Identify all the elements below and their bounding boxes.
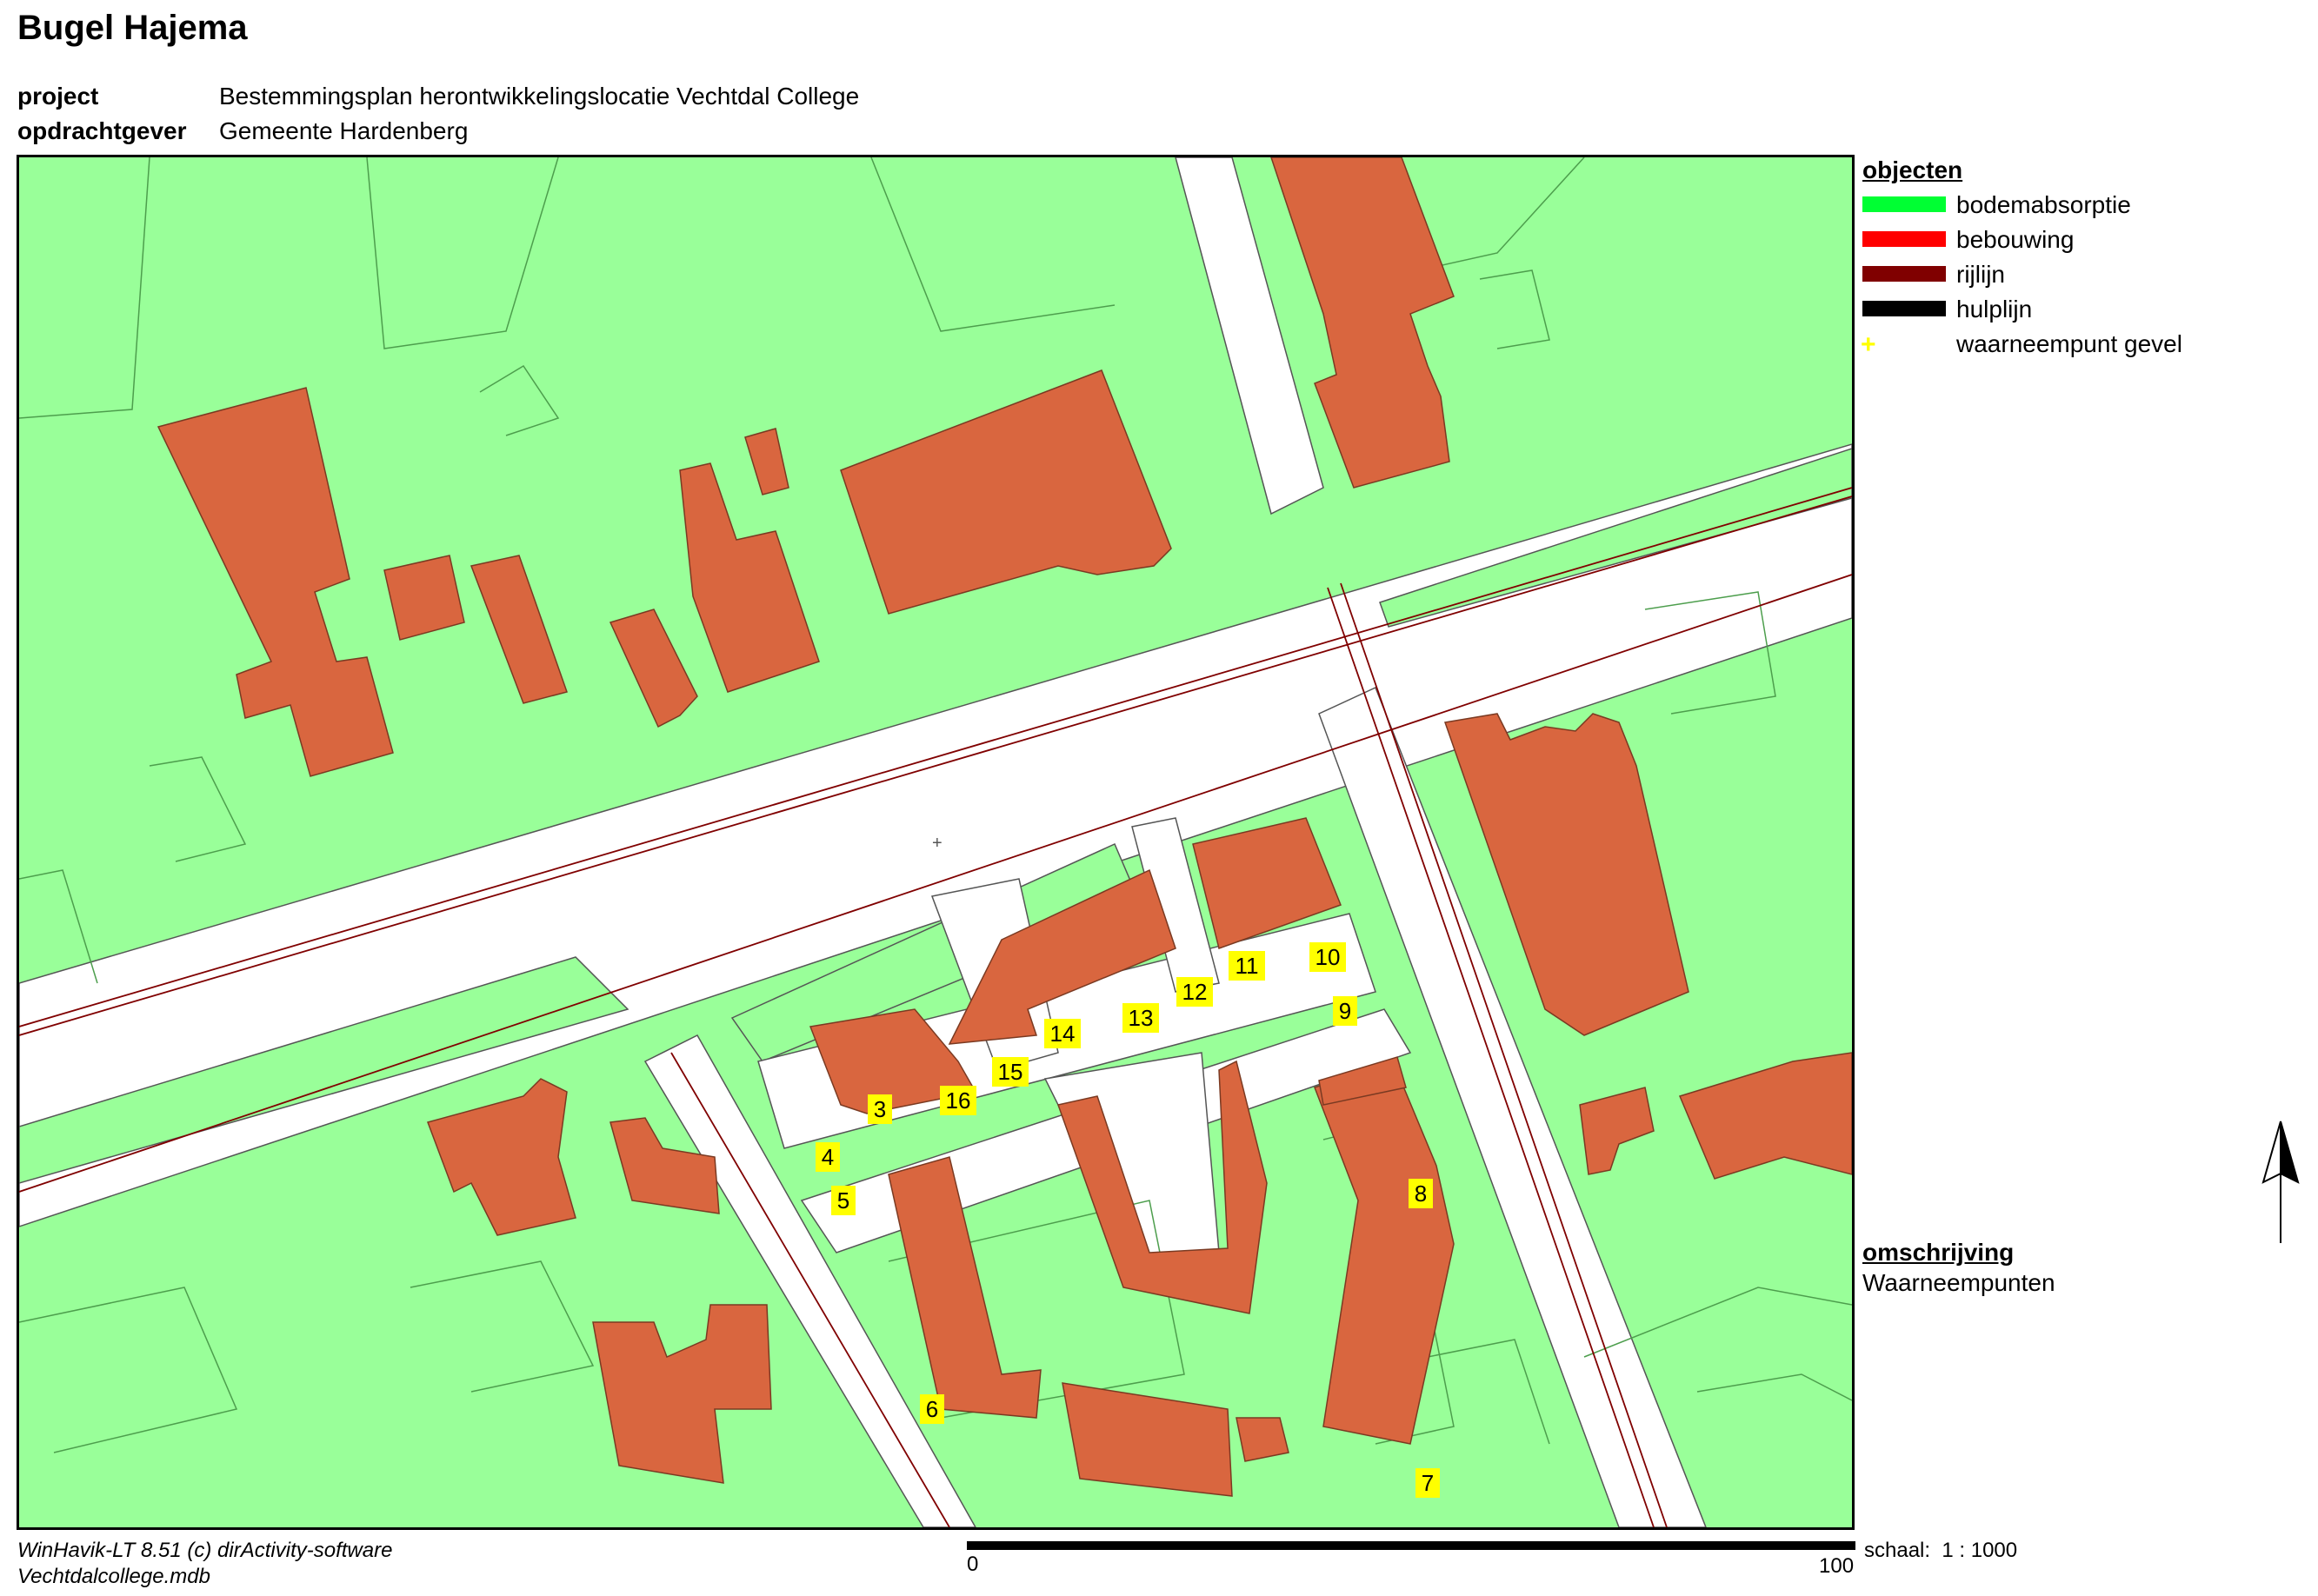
legend-swatch bbox=[1862, 301, 1946, 316]
map-title: Bugel Hajema bbox=[17, 9, 248, 47]
marker-label: 3 bbox=[874, 1096, 886, 1122]
scale-label: schaal: 1 : 1000 bbox=[1864, 1539, 2018, 1562]
observation-marker[interactable]: 13 bbox=[1122, 1003, 1159, 1033]
marker-label: 9 bbox=[1339, 998, 1351, 1024]
marker-label: 14 bbox=[1050, 1021, 1076, 1047]
client-label: opdrachtgever bbox=[17, 117, 187, 144]
observation-marker[interactable]: 16 bbox=[940, 1086, 976, 1115]
description-heading: omschrijving bbox=[1862, 1239, 2015, 1266]
observation-marker[interactable]: 7 bbox=[1415, 1468, 1440, 1498]
scale-end: 100 bbox=[1819, 1554, 1855, 1578]
description-value: Waarneempunten bbox=[1862, 1269, 2055, 1296]
observation-marker[interactable]: 9 bbox=[1333, 996, 1357, 1026]
observation-marker[interactable]: 12 bbox=[1176, 977, 1213, 1007]
marker-label: 11 bbox=[1236, 953, 1259, 979]
building bbox=[1236, 1417, 1289, 1462]
legend-symbol-icon: + bbox=[1861, 330, 1876, 359]
observation-marker[interactable]: 15 bbox=[992, 1057, 1029, 1087]
observation-marker[interactable]: 8 bbox=[1409, 1179, 1433, 1208]
marker-label: 5 bbox=[837, 1187, 849, 1214]
observation-marker[interactable]: 14 bbox=[1044, 1019, 1081, 1048]
scale-start: 0 bbox=[967, 1553, 979, 1576]
legend-label: waarneempunt gevel bbox=[1956, 330, 2182, 357]
observation-marker[interactable]: 3 bbox=[868, 1094, 892, 1124]
scale-bar bbox=[967, 1541, 1855, 1550]
survey-point-icon: + bbox=[932, 834, 943, 853]
observation-marker[interactable]: 11 bbox=[1229, 951, 1265, 981]
legend-swatch bbox=[1862, 266, 1946, 282]
legend-swatch bbox=[1862, 196, 1946, 212]
software-credit: WinHavik-LT 8.51 (c) dirActivity-softwar… bbox=[17, 1539, 393, 1562]
map-canvas[interactable]: + 3 4 5 6 7 8 9 10 11 12 13 14 15 16 bbox=[17, 155, 1855, 1530]
marker-label: 7 bbox=[1422, 1470, 1434, 1496]
marker-label: 16 bbox=[946, 1087, 971, 1114]
marker-label: 6 bbox=[926, 1396, 938, 1422]
marker-label: 15 bbox=[998, 1059, 1023, 1085]
marker-label: 13 bbox=[1129, 1005, 1154, 1031]
file-name: Vechtdalcollege.mdb bbox=[17, 1565, 210, 1588]
legend-label: hulplijn bbox=[1956, 296, 2033, 323]
project-label: project bbox=[17, 83, 99, 110]
marker-label: 10 bbox=[1316, 944, 1341, 970]
legend-label: bodemabsorptie bbox=[1956, 191, 2131, 218]
marker-label: 12 bbox=[1182, 979, 1208, 1005]
client-value: Gemeente Hardenberg bbox=[219, 117, 469, 144]
legend-label: bebouwing bbox=[1956, 226, 2075, 253]
legend-heading: objecten bbox=[1862, 156, 1963, 183]
observation-marker[interactable]: 10 bbox=[1309, 942, 1346, 972]
legend-label: rijlijn bbox=[1956, 261, 2005, 288]
observation-marker[interactable]: 4 bbox=[816, 1142, 840, 1172]
observation-marker[interactable]: 6 bbox=[920, 1394, 944, 1424]
marker-label: 4 bbox=[822, 1144, 834, 1170]
project-value: Bestemmingsplan herontwikkelingslocatie … bbox=[219, 83, 860, 110]
marker-label: 8 bbox=[1415, 1180, 1427, 1207]
observation-marker[interactable]: 5 bbox=[831, 1186, 856, 1215]
north-arrow-icon bbox=[2259, 1117, 2302, 1252]
legend-swatch bbox=[1862, 231, 1946, 247]
